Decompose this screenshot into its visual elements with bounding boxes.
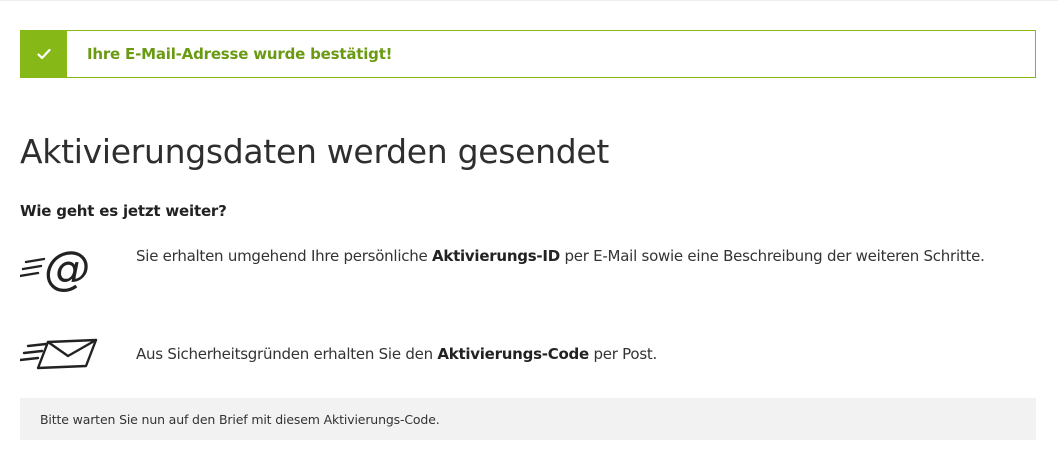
activation-page: Ihre E-Mail-Adresse wurde bestätigt! Akt… bbox=[0, 0, 1058, 471]
checkmark-icon bbox=[21, 31, 67, 77]
page-title: Aktivierungsdaten werden gesendet bbox=[20, 132, 610, 171]
success-alert: Ihre E-Mail-Adresse wurde bestätigt! bbox=[20, 30, 1036, 78]
next-steps-heading: Wie geht es jetzt weiter? bbox=[20, 202, 227, 220]
envelope-icon bbox=[18, 334, 136, 378]
info-note-text: Bitte warten Sie nun auf den Brief mit d… bbox=[40, 411, 440, 427]
activation-code-label: Aktivierungs-Code bbox=[437, 345, 589, 363]
info-note: Bitte warten Sie nun auf den Brief mit d… bbox=[20, 398, 1036, 440]
activation-id-label: Aktivierungs-ID bbox=[432, 247, 560, 265]
email-at-icon: @ bbox=[18, 241, 136, 296]
top-divider bbox=[0, 0, 1058, 1]
svg-text:@: @ bbox=[44, 242, 90, 292]
step-post-text: Aus Sicherheitsgründen erhalten Sie den … bbox=[136, 345, 658, 363]
step-email: @ Sie erhalten umgehend Ihre persönliche… bbox=[18, 241, 1030, 296]
step-post: Aus Sicherheitsgründen erhalten Sie den … bbox=[18, 338, 1030, 378]
success-message: Ihre E-Mail-Adresse wurde bestätigt! bbox=[87, 45, 393, 63]
step-email-text: Sie erhalten umgehend Ihre persönliche A… bbox=[136, 247, 985, 265]
